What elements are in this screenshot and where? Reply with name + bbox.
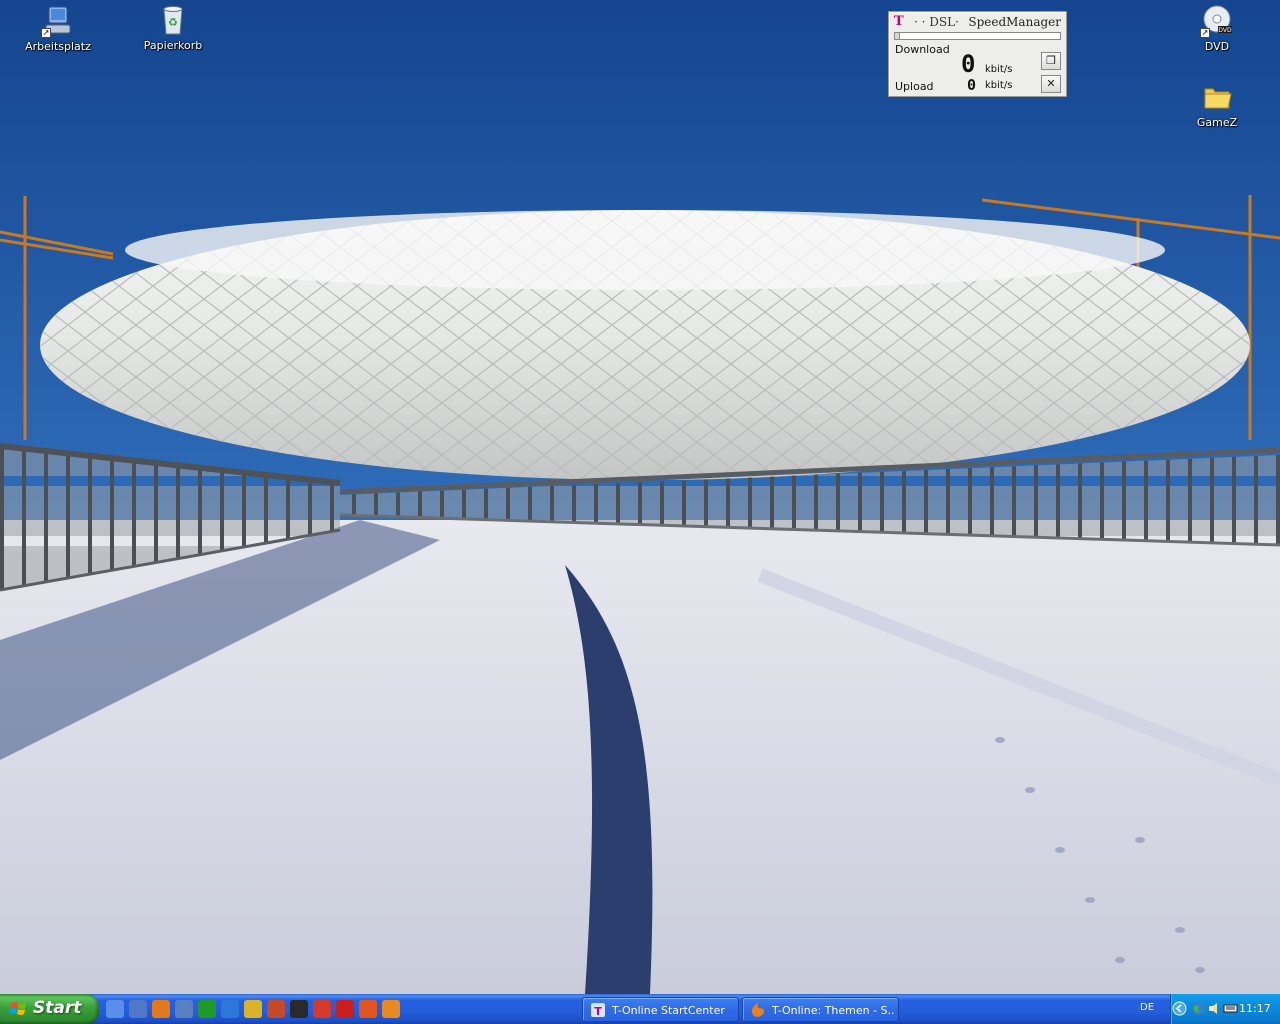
task-label: T-Online StartCenter [612,1004,725,1017]
windows-logo-icon [10,1002,26,1015]
download-value: 0 [961,50,976,78]
recycle-bin-icon: ♻ [156,3,190,37]
t-online-icon[interactable] [129,1000,147,1018]
speed-meter-fill [895,33,900,39]
clock[interactable]: 11:17 [1239,1002,1271,1015]
burn-icon[interactable] [382,1000,400,1018]
start-label: Start [33,998,82,1018]
task-label: T-Online: Themen - S... [772,1004,894,1017]
t-online-icon: T [591,1003,605,1018]
taskbar: Start T T-Online StartCenter T-Online: T… [0,994,1280,1024]
language-indicator[interactable]: DE [1140,1002,1154,1013]
close-icon: ✕ [1046,77,1056,90]
svg-text:T: T [594,1005,602,1018]
upload-unit: kbit/s [985,80,1013,91]
dvd-drive-icon: DVD ↗ [1200,4,1234,38]
desktop-icon-papierkorb[interactable]: ♻ Papierkorb [133,3,213,52]
media-player-icon[interactable] [313,1000,331,1018]
upload-label: Upload [895,80,934,93]
collapse-tray-icon[interactable] [1172,1001,1187,1016]
internet-explorer-icon[interactable] [221,1000,239,1018]
upload-value: 0 [967,76,977,94]
paint-icon[interactable] [267,1000,285,1018]
firefox-icon [751,1003,765,1017]
desktop-icon-label: Papierkorb [143,39,203,52]
pencil-icon[interactable] [244,1000,262,1018]
volume-icon[interactable] [1207,1001,1222,1016]
desktop-icon-arbeitsplatz[interactable]: ↗ Arbeitsplatz [18,4,98,53]
clover-icon[interactable] [198,1000,216,1018]
speedmanager-window-button[interactable]: ❐ [1041,52,1061,70]
keyboard-icon[interactable] [1223,1001,1238,1016]
svg-text:DVD: DVD [1218,27,1232,34]
speedmanager-widget[interactable]: T · · DSL· SpeedManager Download 0 kbit/… [888,11,1067,97]
record-icon[interactable] [359,1000,377,1018]
task-button-t-online-themen[interactable]: T-Online: Themen - S... [742,997,899,1022]
quick-launch-bar [106,1000,400,1018]
telekom-logo: T [894,14,904,29]
dsl-label: · · DSL· [914,15,959,29]
desktop-wallpaper [0,0,1280,994]
system-tray: 11:17 [1170,994,1280,1024]
start-button[interactable]: Start [0,994,99,1024]
speedmanager-close-button[interactable]: ✕ [1041,75,1061,93]
speedmanager-header[interactable]: T · · DSL· SpeedManager [894,13,1064,31]
desktop-icon-label: DVD [1204,40,1230,53]
desktop-icon-label: Arbeitsplatz [25,40,91,53]
acrobat-icon[interactable] [336,1000,354,1018]
download-unit: kbit/s [985,64,1013,75]
desktop-icon-dvd[interactable]: DVD ↗ DVD [1177,4,1257,53]
console-icon[interactable] [290,1000,308,1018]
download-label: Download [895,43,950,56]
my-computer-icon: ↗ [41,4,75,38]
window-icon: ❐ [1046,54,1056,67]
firefox-icon[interactable] [152,1000,170,1018]
desktop-icon-label: GameZ [1196,116,1238,129]
folder-icon [1200,80,1234,114]
network-globe-icon[interactable] [1191,1001,1206,1016]
desktop-icon-gamez[interactable]: GameZ [1177,80,1257,129]
show-desktop-icon[interactable] [106,1000,124,1018]
speedmanager-title: SpeedManager [968,15,1061,29]
thunderbird-icon[interactable] [175,1000,193,1018]
task-button-t-online-startcenter[interactable]: T T-Online StartCenter [582,997,739,1022]
svg-text:♻: ♻ [168,16,178,29]
speed-meter [894,32,1061,40]
